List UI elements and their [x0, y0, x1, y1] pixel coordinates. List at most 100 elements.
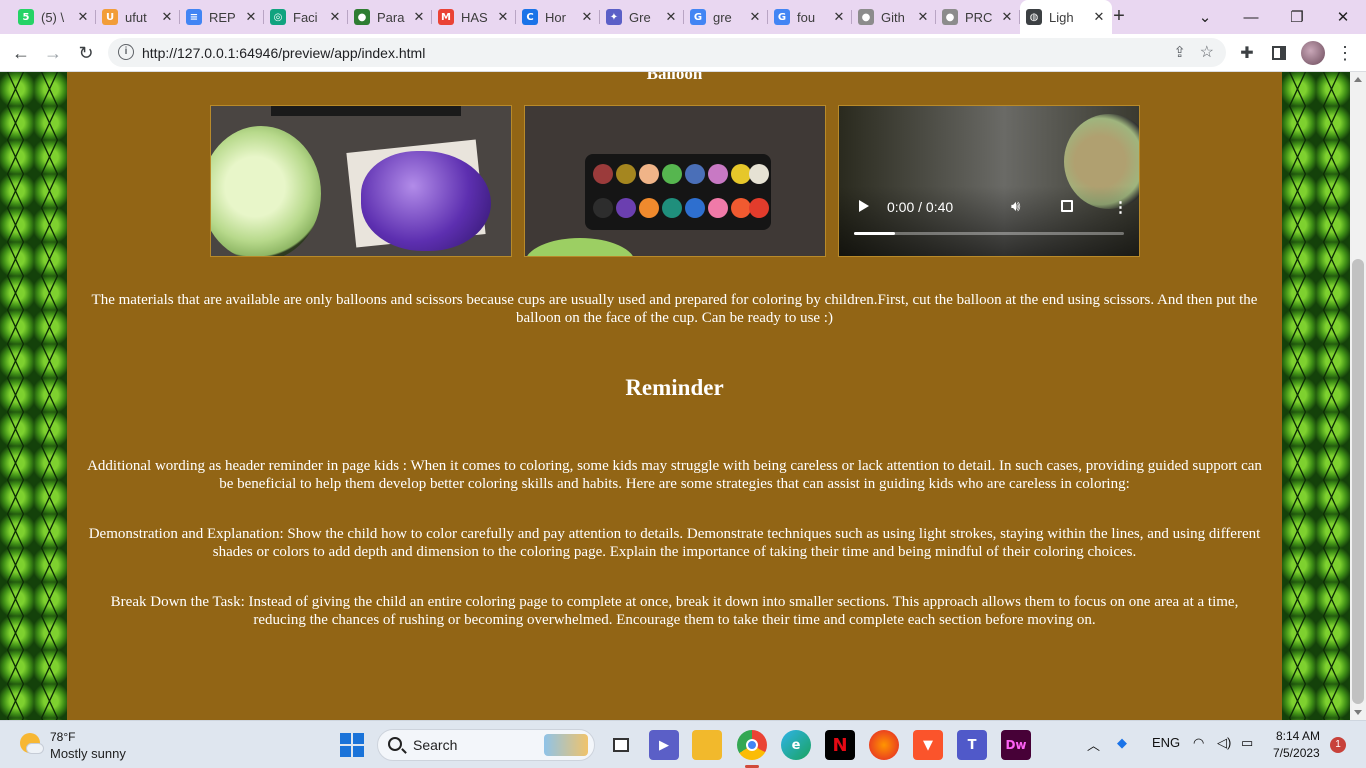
- browser-tab[interactable]: Ggre ✕: [684, 4, 768, 30]
- tab-close-icon[interactable]: ✕: [76, 9, 90, 25]
- browser-tab[interactable]: C Hor ✕: [516, 4, 600, 30]
- browser-tab[interactable]: Uufut ✕: [96, 4, 180, 30]
- address-bar[interactable]: i http://127.0.0.1:64946/preview/app/ind…: [108, 38, 1226, 67]
- video-progress-fill: [854, 232, 895, 235]
- browser-tab[interactable]: ✦ Gre ✕: [600, 4, 684, 30]
- volume-tray-icon[interactable]: ◁): [1217, 735, 1231, 751]
- video-progress-bar[interactable]: [854, 232, 1124, 235]
- leaf-background-right: [1282, 72, 1350, 720]
- scroll-thumb[interactable]: [1352, 259, 1364, 704]
- dreamweaver-icon[interactable]: Dw: [1001, 730, 1031, 760]
- browser-tab[interactable]: ● Gith ✕: [852, 4, 936, 30]
- task-view-icon[interactable]: [606, 730, 636, 760]
- google-icon: G: [774, 9, 790, 25]
- site-info-icon[interactable]: i: [118, 44, 134, 60]
- search-highlight-image: [544, 734, 588, 756]
- browser-tab[interactable]: ● Para ✕: [348, 4, 432, 30]
- wifi-icon[interactable]: ◠: [1193, 735, 1204, 751]
- url-text[interactable]: http://127.0.0.1:64946/preview/app/index…: [142, 45, 425, 61]
- chrome-icon[interactable]: [737, 730, 767, 760]
- notification-badge[interactable]: 1: [1330, 737, 1346, 753]
- teams-chat-icon[interactable]: ▶: [649, 730, 679, 760]
- edge-icon[interactable]: e: [781, 730, 811, 760]
- tab-label: ufut: [125, 9, 147, 25]
- volume-icon[interactable]: 🔊︎: [1011, 198, 1020, 216]
- tab-label: HAS: [461, 9, 488, 25]
- balloon-heading: Balloon: [646, 72, 703, 83]
- openai-icon: ◎: [270, 9, 286, 25]
- play-icon[interactable]: [859, 200, 869, 212]
- tab-close-icon[interactable]: ✕: [1092, 9, 1106, 25]
- language-indicator[interactable]: ENG: [1152, 735, 1180, 750]
- browser-toolbar: ← → ↻ i http://127.0.0.1:64946/preview/a…: [0, 34, 1366, 72]
- weather-description[interactable]: Mostly sunny: [50, 746, 126, 761]
- windows-taskbar: 78°F Mostly sunny Search ▶ e N ▼ T Dw ︿ …: [0, 720, 1366, 768]
- tab-close-icon[interactable]: ✕: [244, 9, 258, 25]
- forward-button[interactable]: →: [40, 40, 66, 66]
- browser-tab[interactable]: ◍ Ligh ✕: [1020, 0, 1112, 34]
- side-panel-icon[interactable]: [1266, 40, 1292, 66]
- clock-date[interactable]: 7/5/2023: [1273, 746, 1320, 760]
- back-button[interactable]: ←: [8, 40, 34, 66]
- reload-button[interactable]: ↻: [73, 40, 99, 66]
- video-player[interactable]: 0:00 / 0:40 🔊︎ ⋮: [838, 105, 1140, 257]
- browser-menu-icon[interactable]: ⋮: [1332, 40, 1358, 66]
- leaf-background-left: [0, 72, 67, 720]
- page-scrollbar[interactable]: [1350, 72, 1366, 720]
- tab-close-icon[interactable]: ✕: [832, 9, 846, 25]
- tab-close-icon[interactable]: ✕: [496, 9, 510, 25]
- start-windows-icon[interactable]: [337, 730, 367, 760]
- tab-close-icon[interactable]: ✕: [916, 9, 930, 25]
- weather-temperature[interactable]: 78°F: [50, 730, 75, 744]
- battery-icon[interactable]: ▭: [1241, 735, 1253, 751]
- tab-strip: 5 (5) \ ✕ Uufut ✕ ≡ REP ✕ ◎ Faci ✕ ● Para ✕ M HAS ✕ C Hor ✕…: [0, 0, 1366, 34]
- reminder-paragraph-breakdown: Break Down the Task: Instead of giving t…: [110, 594, 1239, 628]
- browser-tab[interactable]: 5 (5) \ ✕: [12, 4, 96, 30]
- tab-close-icon[interactable]: ✕: [748, 9, 762, 25]
- browser-tab[interactable]: M HAS ✕: [432, 4, 516, 30]
- tab-close-icon[interactable]: ✕: [160, 9, 174, 25]
- minimize-button[interactable]: —: [1228, 0, 1274, 34]
- file-explorer-icon[interactable]: [692, 730, 722, 760]
- browser-tab[interactable]: Gfou ✕: [768, 4, 852, 30]
- photo-cup-and-balloons: [210, 105, 512, 257]
- browser-tab[interactable]: ≡ REP ✕: [180, 4, 264, 30]
- browser-tab[interactable]: ◎ Faci ✕: [264, 4, 348, 30]
- profile-avatar[interactable]: [1301, 41, 1325, 65]
- share-icon[interactable]: ⇪: [1173, 43, 1186, 61]
- taskbar-search-box[interactable]: Search: [377, 729, 595, 761]
- scroll-up-arrow[interactable]: [1354, 77, 1362, 82]
- tab-close-icon[interactable]: ✕: [580, 9, 594, 25]
- brand-c-icon: C: [522, 9, 538, 25]
- clock-time[interactable]: 8:14 AM: [1276, 729, 1320, 743]
- teams-icon[interactable]: T: [957, 730, 987, 760]
- firefox-icon[interactable]: [869, 730, 899, 760]
- weather-sun-cloud-icon[interactable]: [20, 733, 44, 757]
- tray-chevron-up-icon[interactable]: ︿: [1087, 735, 1100, 754]
- bookmark-star-icon[interactable]: ☆: [1200, 42, 1214, 62]
- browser-tab[interactable]: ● PRC ✕: [936, 4, 1020, 30]
- security-shield-icon[interactable]: ◆: [1117, 735, 1127, 751]
- tab-label: Gre: [629, 9, 651, 25]
- page-viewport: Balloon 0:00 / 0:40 🔊︎ ⋮ The materials t…: [0, 72, 1350, 720]
- new-tab-button[interactable]: +: [1108, 5, 1130, 27]
- taskbar-search-label: Search: [413, 737, 458, 753]
- scroll-down-arrow[interactable]: [1354, 710, 1362, 715]
- video-more-icon[interactable]: ⋮: [1113, 198, 1128, 217]
- tab-label: Faci: [293, 9, 318, 25]
- video-time: 0:00 / 0:40: [887, 199, 954, 215]
- tab-search-button[interactable]: ⌄: [1182, 0, 1228, 34]
- reminder-paragraph-demonstration: Demonstration and Explanation: Show the …: [88, 526, 1261, 560]
- extensions-puzzle-icon[interactable]: ✚: [1234, 40, 1260, 66]
- tab-close-icon[interactable]: ✕: [328, 9, 342, 25]
- fullscreen-icon[interactable]: [1061, 200, 1073, 212]
- restore-button[interactable]: ❐: [1274, 0, 1320, 34]
- chat-bubble-icon: ✦: [606, 9, 622, 25]
- brave-icon[interactable]: ▼: [913, 730, 943, 760]
- tab-close-icon[interactable]: ✕: [412, 9, 426, 25]
- close-window-button[interactable]: ✕: [1320, 0, 1366, 34]
- netflix-icon[interactable]: N: [825, 730, 855, 760]
- reminder-heading: Reminder: [625, 375, 724, 400]
- tab-close-icon[interactable]: ✕: [1000, 9, 1014, 25]
- tab-close-icon[interactable]: ✕: [664, 9, 678, 25]
